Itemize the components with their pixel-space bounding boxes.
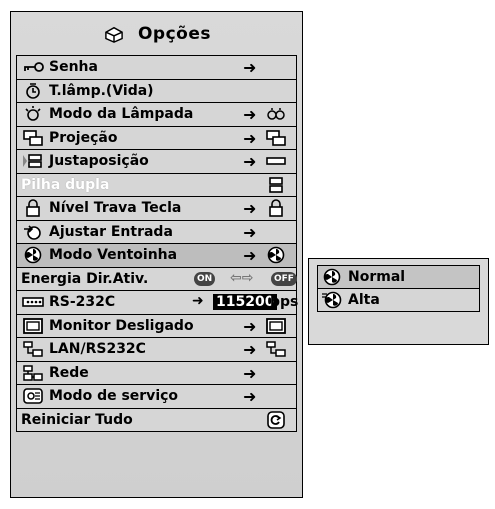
menu-title-text: Opções — [137, 23, 212, 44]
menu-item-network[interactable]: Rede ➜ — [16, 360, 297, 385]
lock-icon — [21, 198, 45, 218]
arrow-right-icon: ➜ — [243, 105, 257, 124]
lan-icon — [21, 339, 45, 359]
stack-icon — [21, 151, 45, 171]
fan-icon — [320, 267, 344, 287]
menu-item-direct-power[interactable]: Energia Dir.Ativ. ON ⇦⇨ OFF — [16, 266, 297, 291]
arrow-right-icon: ➜ — [243, 340, 257, 359]
submenu-item-alta[interactable]: Alta — [317, 288, 480, 312]
arrow-right-icon: ➜ — [243, 222, 257, 242]
menu-item-label: LAN/RS232C — [49, 341, 146, 358]
submenu-item-label: Normal — [348, 269, 406, 285]
projection-icon — [21, 128, 45, 148]
menu-item-key-lock[interactable]: Nível Trava Tecla ➜ — [16, 196, 297, 221]
monitor-icon — [261, 316, 291, 336]
fan-mode-submenu: Normal Alta — [308, 258, 489, 345]
menu-item-label: Monitor Desligado — [49, 317, 194, 334]
monitor-icon — [21, 316, 45, 336]
menu-item-label: Modo Ventoinha — [49, 247, 178, 264]
menu-item-double-stack: Pilha dupla — [16, 172, 297, 197]
menu-item-stack[interactable]: Justaposição ➜ — [16, 149, 297, 174]
lamp-icon — [21, 104, 45, 124]
menu-item-label: Reiniciar Tudo — [21, 411, 133, 428]
submenu-item-normal[interactable]: Normal — [317, 265, 480, 289]
menu-item-service-mode[interactable]: Modo de serviço ➜ — [16, 384, 297, 409]
network-icon — [21, 363, 45, 383]
menu-item-reset-all[interactable]: Reiniciar Tudo — [16, 407, 297, 432]
arrow-right-icon: ➜ — [192, 293, 204, 309]
lamp-timer-icon — [21, 81, 45, 101]
service-icon — [21, 386, 45, 406]
input-icon — [21, 222, 45, 242]
menu-item-projection[interactable]: Projeção ➜ — [16, 125, 297, 150]
menu-item-fan-mode[interactable]: Modo Ventoinha ➜ — [16, 243, 297, 268]
baud-rate-value[interactable]: 115200 — [213, 294, 278, 310]
swap-arrows-icon: ⇦⇨ — [230, 269, 254, 286]
arrow-right-icon: ➜ — [243, 316, 257, 336]
menu-item-label: Senha — [49, 59, 98, 76]
menu-item-monitor-off[interactable]: Monitor Desligado ➜ — [16, 313, 297, 338]
arrow-right-icon: ➜ — [243, 246, 257, 265]
key-icon — [21, 57, 45, 77]
menu-item-label: Ajustar Entrada — [49, 223, 173, 240]
fan-icon — [21, 245, 45, 265]
arrow-right-icon: ➜ — [243, 58, 257, 77]
arrow-right-icon: ➜ — [243, 128, 257, 148]
menu-item-rs232c[interactable]: RS-232C ➜ 115200 bps — [16, 290, 299, 315]
options-icon — [102, 24, 126, 44]
menu-item-lan-rs232c[interactable]: LAN/RS232C ➜ — [16, 337, 297, 362]
on-badge[interactable]: ON — [194, 271, 216, 286]
stack-value-icon — [261, 151, 291, 171]
lan-icon — [261, 339, 291, 359]
baud-unit: bps — [270, 294, 299, 310]
fan-icon — [261, 245, 291, 265]
menu-item-label: Modo de serviço — [49, 388, 179, 405]
menu-item-label: Nível Trava Tecla — [49, 200, 182, 217]
menu-item-label: Justaposição — [49, 153, 149, 170]
double-stack-icon — [261, 175, 291, 195]
submenu-item-label: Alta — [348, 292, 380, 308]
reset-icon[interactable] — [261, 410, 291, 430]
rs232-icon — [21, 292, 45, 312]
menu-item-label: Rede — [49, 364, 89, 381]
arrow-right-icon: ➜ — [243, 199, 257, 218]
menu-item-label: Energia Dir.Ativ. — [21, 270, 149, 287]
menu-title: Opções — [16, 12, 297, 55]
arrow-right-icon: ➜ — [243, 152, 257, 171]
options-menu: Opções Senha ➜ T.lâmp.(Vida) Modo da Lâm… — [10, 11, 303, 498]
lock-icon — [261, 198, 291, 218]
menu-item-label: Projeção — [49, 129, 118, 146]
arrow-right-icon: ➜ — [243, 363, 257, 383]
menu-item-label: RS-232C — [49, 294, 116, 311]
menu-item-lamp-timer[interactable]: T.lâmp.(Vida) — [16, 78, 297, 103]
off-badge[interactable]: OFF — [271, 271, 297, 286]
menu-item-adjust-input[interactable]: Ajustar Entrada ➜ — [16, 219, 297, 244]
menu-item-senha[interactable]: Senha ➜ — [16, 55, 297, 80]
menu-item-label: Modo da Lâmpada — [49, 106, 194, 123]
arrow-right-icon: ➜ — [243, 387, 257, 406]
projection-icon — [261, 128, 291, 148]
lamp-mode-icon — [261, 104, 291, 124]
menu-item-label: T.lâmp.(Vida) — [49, 82, 154, 99]
menu-item-label: Pilha dupla — [21, 176, 110, 193]
menu-item-lamp-mode[interactable]: Modo da Lâmpada ➜ — [16, 102, 297, 127]
fan-high-icon — [320, 290, 344, 310]
